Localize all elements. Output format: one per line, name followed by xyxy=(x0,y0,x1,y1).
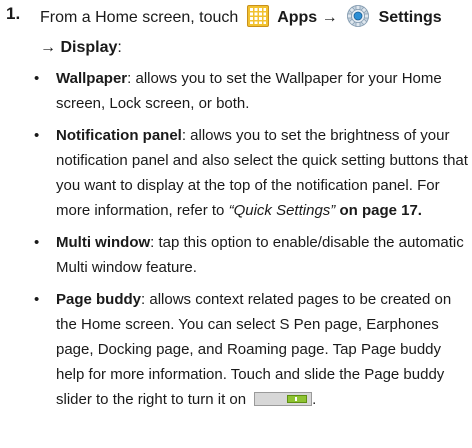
list-item-line: screen, Lock screen, or both. xyxy=(56,95,250,112)
list-item-line: help for more information. Touch and sli… xyxy=(56,366,445,383)
option-description: slider to the right to turn it on xyxy=(56,391,247,408)
option-title: Multi window xyxy=(56,234,151,251)
option-title: Wallpaper xyxy=(56,70,128,87)
list-item-text: Wallpaper: allows you to set the Wallpap… xyxy=(56,66,466,116)
list-item-line: the Home screen. You can select S Pen pa… xyxy=(56,316,439,333)
settings-gear-icon xyxy=(346,4,370,28)
bullet-point: • xyxy=(34,70,40,87)
option-description: : allows you to set the Wallpaper for yo… xyxy=(127,70,442,87)
toggle-switch-on-icon xyxy=(254,392,313,406)
option-description: : allows context related pages to be cre… xyxy=(141,291,452,308)
list-item-text: Notification panel: allows you to set th… xyxy=(56,123,468,223)
arrow-right-icon: → xyxy=(40,39,56,56)
list-item-text: Page buddy: allows context related pages… xyxy=(56,287,466,412)
display-label: Display xyxy=(60,39,118,56)
bullet-point: • xyxy=(34,291,40,308)
list-item-page-buddy: • Page buddy: allows context related pag… xyxy=(34,287,466,412)
list-item-line: notification panel and also select the q… xyxy=(56,152,468,169)
step-instruction-line2: → Display: xyxy=(40,38,122,58)
list-item-line: Wallpaper: allows you to set the Wallpap… xyxy=(56,66,466,91)
list-item-line: Multi window: tap this option to enable/… xyxy=(56,230,466,255)
option-title: Page buddy xyxy=(56,291,142,308)
option-description: : tap this option to enable/disable the … xyxy=(150,234,464,251)
arrow-right-icon: → xyxy=(321,9,338,26)
apps-label: Apps xyxy=(277,9,318,26)
step-instruction-line1: From a Home screen, touch Apps → Setting… xyxy=(40,4,442,28)
list-item-text: Multi window: tap this option to enable/… xyxy=(56,230,466,280)
option-description: more information, refer to xyxy=(56,202,229,219)
list-item-line: page, Docking page, and Roaming page. Ta… xyxy=(56,341,442,358)
bullet-point: • xyxy=(34,234,40,251)
colon-text: : xyxy=(117,39,122,56)
step-intro-text: From a Home screen, touch xyxy=(40,9,239,26)
list-item-line: Multi window feature. xyxy=(56,259,197,276)
list-item-line: more information, refer to “Quick Settin… xyxy=(56,198,466,223)
step-number: 1. xyxy=(6,4,21,23)
cross-reference-link[interactable]: “Quick Settings” xyxy=(229,202,336,219)
list-item-notification-panel: • Notification panel: allows you to set … xyxy=(34,123,468,223)
end-punctuation: . xyxy=(312,391,317,408)
bullet-point: • xyxy=(34,127,40,144)
list-item-wallpaper: • Wallpaper: allows you to set the Wallp… xyxy=(34,66,466,116)
apps-grid-icon xyxy=(246,5,269,27)
option-description: : allows you to set the brightness of yo… xyxy=(181,127,450,144)
page-reference: on page 17. xyxy=(335,202,422,219)
list-item-line: Page buddy: allows context related pages… xyxy=(56,287,466,312)
settings-label: Settings xyxy=(378,9,442,26)
list-item-multi-window: • Multi window: tap this option to enabl… xyxy=(34,230,466,280)
option-title: Notification panel xyxy=(56,127,182,144)
toggle-knob xyxy=(287,395,308,403)
list-item-line: Notification panel: allows you to set th… xyxy=(56,123,466,148)
list-item-line: slider to the right to turn it on. xyxy=(56,387,466,412)
list-item-line: you want to display at the top of the no… xyxy=(56,177,440,194)
